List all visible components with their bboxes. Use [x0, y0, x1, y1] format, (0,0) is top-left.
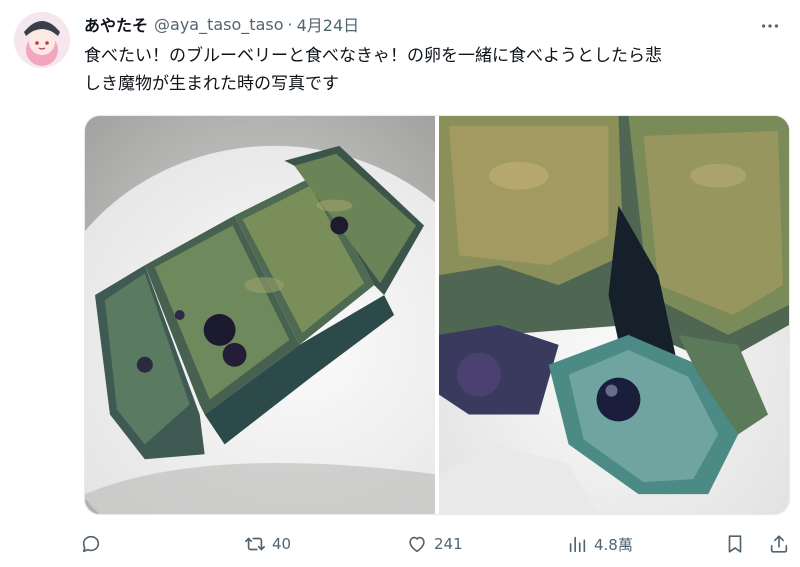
tweet-date[interactable]: 4月24日: [297, 12, 360, 36]
views-button[interactable]: 4.8萬: [566, 528, 633, 560]
heart-icon: [409, 536, 425, 553]
views-count: 4.8萬: [594, 535, 633, 554]
share-button[interactable]: [768, 528, 790, 560]
tweet-header: あやたそ @aya_taso_taso · 4月24日: [84, 12, 359, 36]
photo-left[interactable]: [85, 116, 435, 514]
avatar[interactable]: [14, 12, 70, 68]
media-grid: [84, 115, 790, 515]
tweet-text: 食べたい！のブルーベリーと食べなきゃ！の卵を一緒に食べようとしたら悲 しき魔物が…: [84, 42, 784, 98]
avatar-image: [14, 12, 70, 68]
separator-dot: ·: [287, 14, 293, 34]
bookmark-icon: [728, 535, 742, 553]
more-button[interactable]: [752, 12, 788, 40]
photo-omelette-plate: [85, 116, 435, 514]
retweet-icon: [245, 537, 265, 551]
user-handle[interactable]: @aya_taso_taso: [154, 15, 283, 34]
reply-button[interactable]: [80, 528, 108, 560]
more-icon: [761, 24, 779, 28]
photo-right[interactable]: [439, 116, 789, 514]
reply-icon: [82, 535, 100, 553]
bookmark-button[interactable]: [724, 528, 746, 560]
action-bar: 40 241 4.8萬: [80, 528, 792, 560]
like-count: 241: [434, 535, 463, 553]
tweet-text-line: 食べたい！のブルーベリーと食べなきゃ！の卵を一緒に食べようとしたら悲: [84, 46, 662, 66]
retweet-button[interactable]: 40: [244, 528, 291, 560]
like-button[interactable]: 241: [406, 528, 463, 560]
retweet-count: 40: [272, 535, 292, 553]
views-icon: [569, 536, 586, 553]
display-name[interactable]: あやたそ: [84, 12, 148, 36]
tweet-text-line: しき魔物が生まれた時の写真です: [84, 74, 339, 94]
photo-omelette-closeup: [439, 116, 789, 514]
share-icon: [770, 535, 788, 553]
